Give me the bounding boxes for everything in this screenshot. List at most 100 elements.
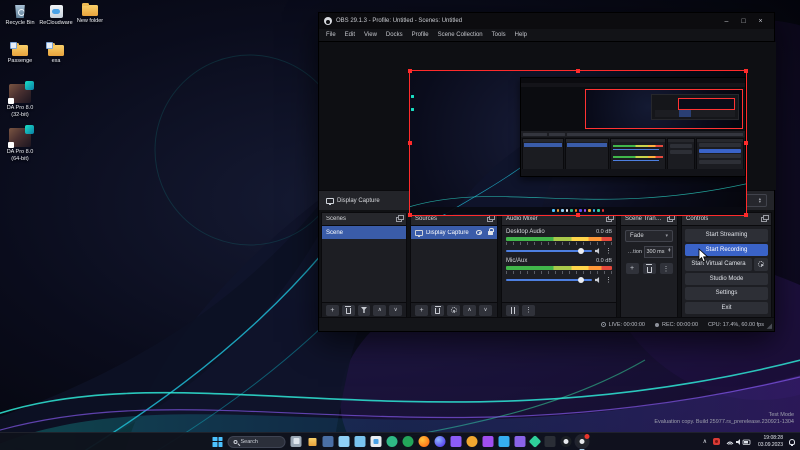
studio-mode-button[interactable]: Studio Mode — [685, 273, 768, 286]
taskbar-app-icon[interactable] — [529, 435, 542, 448]
popout-icon[interactable] — [606, 217, 612, 222]
source-item-label: Display Capture — [426, 230, 473, 236]
settings-button[interactable]: Settings — [685, 287, 768, 300]
popout-icon[interactable] — [761, 217, 767, 222]
selection-handle[interactable] — [744, 141, 748, 145]
source-properties-button[interactable] — [447, 305, 460, 316]
volume-slider[interactable] — [506, 250, 592, 252]
tray-status-icons[interactable] — [726, 438, 752, 446]
mixer-settings-button[interactable] — [506, 305, 519, 316]
channel-menu-icon[interactable]: ⋮ — [605, 277, 612, 284]
selection-handle[interactable] — [408, 141, 412, 145]
taskbar-app-icon[interactable] — [545, 436, 556, 447]
taskbar-file-explorer-icon[interactable] — [307, 436, 318, 447]
lock-icon[interactable] — [488, 231, 493, 235]
scenes-header[interactable]: Scenes — [322, 213, 406, 226]
capture-selection-box[interactable] — [409, 70, 747, 216]
move-scene-down-button[interactable] — [389, 305, 402, 316]
add-source-button[interactable] — [415, 305, 428, 316]
close-button[interactable] — [752, 13, 769, 29]
taskbar-clock[interactable]: 19:08:28 03.09.2023 — [758, 435, 783, 448]
taskbar-app-icon[interactable] — [451, 436, 462, 447]
taskbar-github-icon[interactable] — [561, 436, 572, 447]
slider-knob[interactable] — [578, 248, 584, 254]
start-virtual-camera-button[interactable]: Start Virtual Camera — [685, 258, 752, 271]
menu-view[interactable]: View — [360, 30, 381, 40]
move-scene-up-button[interactable] — [373, 305, 386, 316]
maximize-button[interactable] — [735, 13, 752, 29]
speaker-icon[interactable] — [595, 277, 602, 283]
start-streaming-button[interactable]: Start Streaming — [685, 229, 768, 242]
add-scene-button[interactable] — [326, 305, 339, 316]
mixer-menu-button[interactable] — [522, 305, 535, 316]
virtual-camera-settings-button[interactable] — [754, 258, 768, 271]
selection-handle[interactable] — [576, 213, 580, 217]
selection-handle[interactable] — [576, 69, 580, 73]
taskbar-browser-icon[interactable] — [403, 436, 414, 447]
desktop-icon-dapro-64[interactable]: DA Pro 8.0 (64-bit) — [2, 128, 38, 162]
slider-knob[interactable] — [578, 277, 584, 283]
menu-docks[interactable]: Docks — [382, 30, 407, 40]
channel-menu-icon[interactable]: ⋮ — [605, 248, 612, 255]
desktop-icon-exa[interactable]: exa — [38, 45, 74, 65]
selection-handle[interactable] — [408, 213, 412, 217]
menu-file[interactable]: File — [322, 30, 340, 40]
remove-source-button[interactable] — [431, 305, 444, 316]
scene-item-selected[interactable]: Scene — [322, 226, 406, 239]
transition-properties-button[interactable] — [660, 263, 673, 274]
taskbar-obs-icon[interactable] — [577, 436, 588, 447]
desktop-icon-recycle-bin[interactable]: Recycle Bin — [2, 5, 38, 27]
remove-transition-button[interactable] — [643, 263, 656, 274]
taskbar-app-icon[interactable] — [355, 436, 366, 447]
duration-spinbox[interactable]: 300 ms ▴▾ — [644, 246, 673, 258]
spinner-icon[interactable]: ▴▾ — [759, 198, 761, 203]
taskbar-app-icon[interactable] — [323, 436, 334, 447]
tray-chevron-icon[interactable] — [703, 438, 707, 445]
transition-select[interactable]: Fade — [625, 230, 673, 242]
desktop-icon-dapro-32[interactable]: DA Pro 8.0 (32-bit) — [2, 84, 38, 118]
popout-icon[interactable] — [487, 217, 493, 222]
desktop-icon-passenge[interactable]: Passenge — [2, 45, 38, 65]
menu-profile[interactable]: Profile — [408, 30, 433, 40]
desktop-icon-recloudware[interactable]: ReCloudware — [38, 5, 74, 27]
selection-handle[interactable] — [408, 69, 412, 73]
start-button[interactable] — [213, 437, 223, 447]
taskbar-search[interactable]: Search — [228, 436, 286, 448]
taskbar-app-icon[interactable] — [467, 436, 478, 447]
taskbar-app-icon[interactable] — [339, 436, 350, 447]
volume-slider[interactable] — [506, 279, 592, 281]
taskbar-app-icon[interactable] — [499, 436, 510, 447]
taskbar-firefox-nightly-icon[interactable] — [435, 436, 446, 447]
start-recording-button[interactable]: Start Recording — [685, 244, 768, 257]
taskbar-microsoft-store-icon[interactable] — [371, 436, 382, 447]
minimize-button[interactable] — [718, 13, 735, 29]
visibility-eye-icon[interactable] — [476, 230, 482, 235]
scene-filters-button[interactable] — [358, 305, 371, 316]
taskbar-firefox-icon[interactable] — [419, 436, 430, 447]
taskbar-task-view-icon[interactable] — [291, 436, 302, 447]
tray-obs-record-icon[interactable] — [713, 438, 720, 445]
notification-bell-icon[interactable] — [789, 439, 795, 445]
taskbar-visual-studio-icon[interactable] — [515, 436, 526, 447]
obs-titlebar[interactable]: OBS 29.1.3 - Profile: Untitled - Scenes:… — [319, 13, 774, 29]
spinner-icon[interactable]: ▴▾ — [668, 248, 670, 253]
menu-scene-collection[interactable]: Scene Collection — [434, 30, 487, 40]
move-source-down-button[interactable] — [479, 305, 492, 316]
taskbar-app-icon[interactable] — [483, 436, 494, 447]
move-source-up-button[interactable] — [463, 305, 476, 316]
remove-scene-button[interactable] — [342, 305, 355, 316]
menu-tools[interactable]: Tools — [488, 30, 510, 40]
selection-handle[interactable] — [744, 69, 748, 73]
popout-icon[interactable] — [396, 217, 402, 222]
add-transition-button[interactable] — [626, 263, 639, 274]
exit-button[interactable]: Exit — [685, 302, 768, 315]
resize-grip[interactable] — [767, 322, 772, 330]
popout-icon[interactable] — [667, 217, 673, 222]
menu-edit[interactable]: Edit — [341, 30, 359, 40]
speaker-icon[interactable] — [595, 248, 602, 254]
selection-handle[interactable] — [744, 213, 748, 217]
taskbar-browser-icon[interactable] — [387, 436, 398, 447]
source-item-selected[interactable]: Display Capture — [411, 226, 497, 239]
menu-help[interactable]: Help — [511, 30, 531, 40]
desktop-icon-new-folder[interactable]: New folder — [72, 5, 108, 25]
